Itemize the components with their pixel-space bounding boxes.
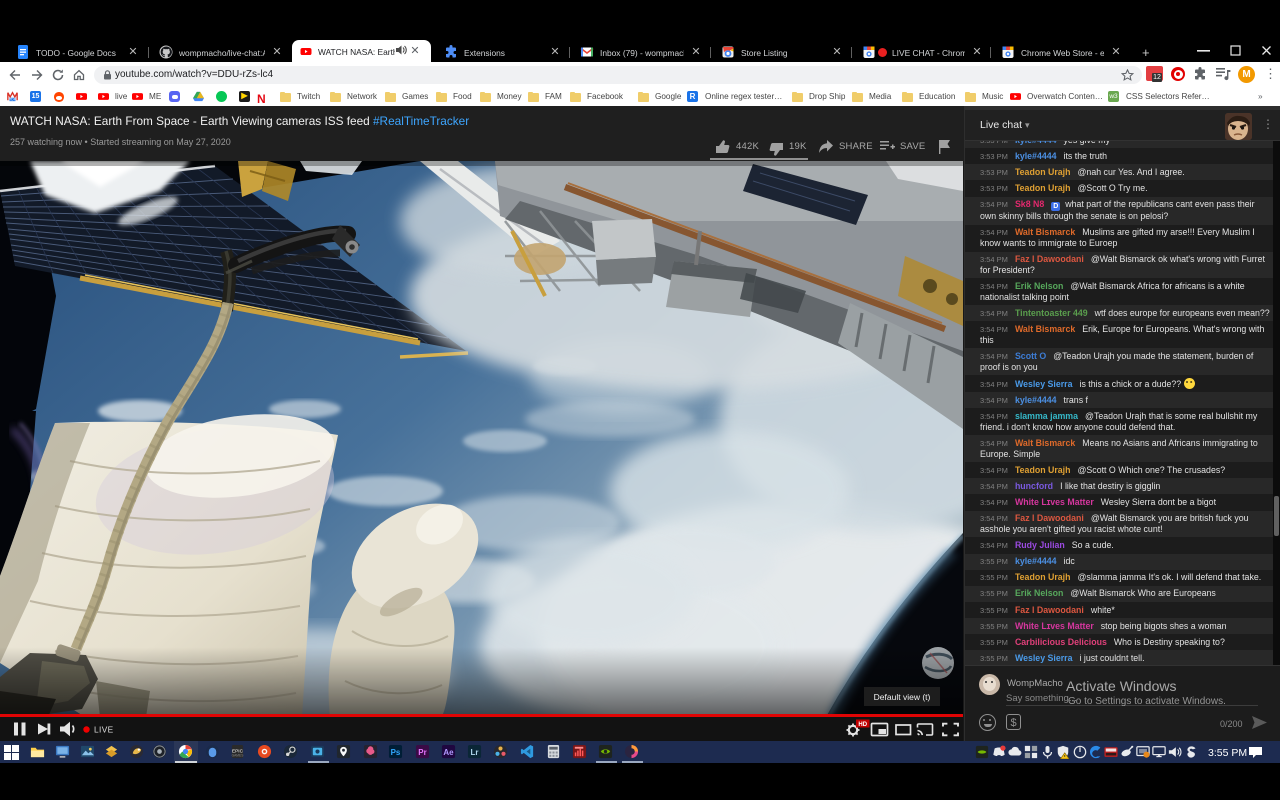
- svg-text:Ps: Ps: [391, 747, 401, 756]
- svg-text:TDF: TDF: [9, 98, 16, 102]
- svg-text:GAMES: GAMES: [232, 753, 245, 757]
- svg-text:EPIC: EPIC: [232, 748, 244, 753]
- svg-text:Lr: Lr: [471, 747, 479, 756]
- svg-text:Default view (t): Default view (t): [874, 692, 931, 702]
- svg-text:LIVE: LIVE: [94, 725, 114, 735]
- svg-text:HD: HD: [858, 722, 867, 728]
- svg-text:Pr: Pr: [418, 747, 426, 756]
- svg-text:Ae: Ae: [443, 747, 454, 756]
